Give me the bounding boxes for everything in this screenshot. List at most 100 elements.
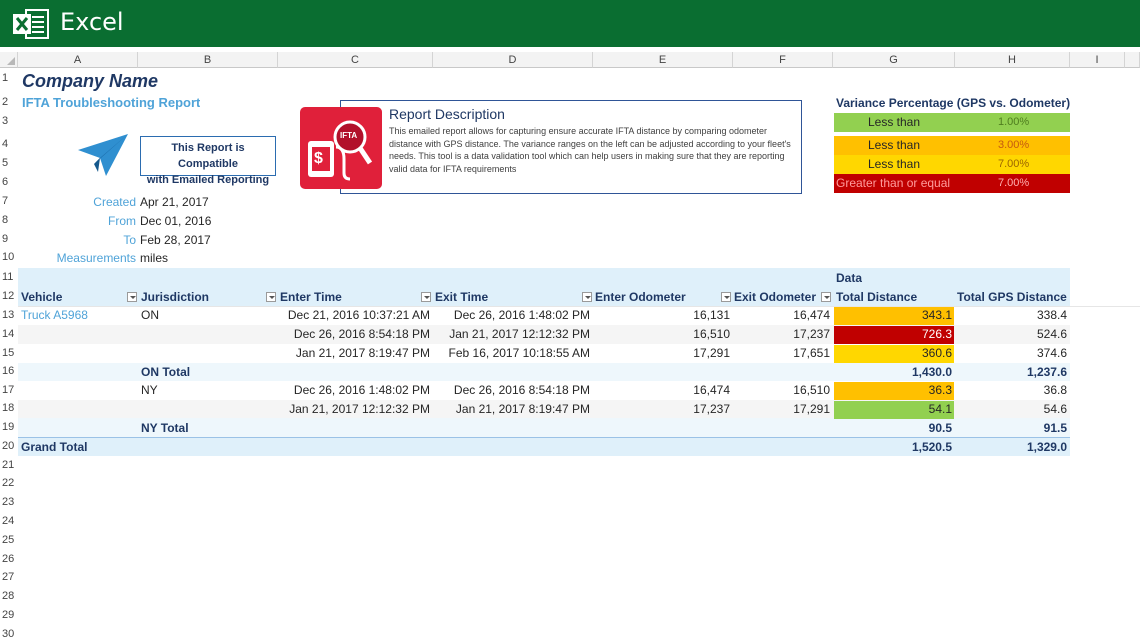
column-header-a[interactable]: A — [18, 52, 138, 68]
row-header[interactable]: 2 — [0, 96, 17, 108]
exit-odometer-filter-dropdown-icon[interactable] — [821, 292, 831, 302]
row-header[interactable]: 9 — [0, 233, 17, 245]
row-header[interactable]: 23 — [0, 496, 17, 508]
total-gps-cell[interactable]: 338.4 — [955, 306, 1067, 324]
row-header[interactable]: 30 — [0, 628, 17, 640]
column-header-b[interactable]: B — [138, 52, 278, 68]
enter-odometer-cell[interactable]: 17,291 — [593, 344, 730, 362]
total-distance-cell[interactable]: 36.3 — [834, 381, 952, 399]
enter-odometer-cell[interactable]: 16,131 — [593, 306, 730, 324]
ny-total-label[interactable]: NY Total — [141, 419, 189, 437]
exit-time-cell[interactable]: Jan 21, 2017 8:19:47 PM — [433, 400, 590, 418]
jurisdiction-cell[interactable]: NY — [141, 381, 158, 399]
enter-time-cell[interactable]: Dec 21, 2016 10:37:21 AM — [278, 306, 430, 324]
to-value[interactable]: Feb 28, 2017 — [140, 231, 211, 249]
variance-value[interactable]: 7.00% — [998, 155, 1029, 174]
header-jurisdiction[interactable]: Jurisdiction — [141, 288, 209, 306]
row-header[interactable]: 11 — [0, 271, 17, 283]
row-header[interactable]: 12 — [0, 290, 17, 302]
enter-odometer-cell[interactable]: 16,474 — [593, 381, 730, 399]
on-total-gps[interactable]: 1,237.6 — [955, 363, 1067, 381]
variance-value[interactable]: 1.00% — [998, 113, 1029, 132]
enter-odometer-cell[interactable]: 17,237 — [593, 400, 730, 418]
enter-time-cell[interactable]: Jan 21, 2017 8:19:47 PM — [278, 344, 430, 362]
exit-time-cell[interactable]: Feb 16, 2017 10:18:55 AM — [433, 344, 590, 362]
total-gps-cell[interactable]: 524.6 — [955, 325, 1067, 343]
exit-odometer-cell[interactable]: 16,474 — [733, 306, 830, 324]
on-total-distance[interactable]: 1,430.0 — [834, 363, 952, 381]
row-header[interactable]: 17 — [0, 384, 17, 396]
column-header-e[interactable]: E — [593, 52, 733, 68]
total-distance-cell[interactable]: 54.1 — [834, 400, 952, 418]
jurisdiction-filter-dropdown-icon[interactable] — [266, 292, 276, 302]
row-header[interactable]: 14 — [0, 328, 17, 340]
on-total-label[interactable]: ON Total — [141, 363, 190, 381]
header-exit-time[interactable]: Exit Time — [435, 288, 488, 306]
row-header[interactable]: 7 — [0, 195, 17, 207]
row-header[interactable]: 5 — [0, 157, 17, 169]
row-header[interactable]: 18 — [0, 402, 17, 414]
exit-time-cell[interactable]: Jan 21, 2017 12:12:32 PM — [433, 325, 590, 343]
row-header[interactable]: 15 — [0, 347, 17, 359]
vehicle-cell[interactable]: Truck A5968 — [21, 306, 88, 324]
column-header-i[interactable]: I — [1070, 52, 1125, 68]
grand-total-gps[interactable]: 1,329.0 — [955, 438, 1067, 456]
enter-odometer-filter-dropdown-icon[interactable] — [721, 292, 731, 302]
row-header[interactable]: 8 — [0, 214, 17, 226]
select-all-corner[interactable] — [0, 52, 18, 68]
header-vehicle[interactable]: Vehicle — [21, 288, 135, 306]
enter-time-cell[interactable]: Jan 21, 2017 12:12:32 PM — [278, 400, 430, 418]
exit-odometer-cell[interactable]: 17,651 — [733, 344, 830, 362]
spreadsheet-grid[interactable]: A B C D E F G H I 1 2 3 4 5 6 7 8 9 10 1… — [0, 52, 1140, 642]
header-enter-time[interactable]: Enter Time — [280, 288, 342, 306]
variance-value[interactable]: 7.00% — [998, 174, 1029, 193]
ny-total-gps[interactable]: 91.5 — [955, 419, 1067, 437]
grand-total-distance[interactable]: 1,520.5 — [834, 438, 952, 456]
row-header[interactable]: 25 — [0, 534, 17, 546]
row-header[interactable]: 13 — [0, 309, 17, 321]
enter-time-cell[interactable]: Dec 26, 2016 8:54:18 PM — [278, 325, 430, 343]
row-header[interactable]: 29 — [0, 609, 17, 621]
header-total-gps-distance[interactable]: Total GPS Distance — [957, 288, 1067, 306]
row-header[interactable]: 10 — [0, 251, 17, 263]
column-header-h[interactable]: H — [955, 52, 1070, 68]
header-total-distance[interactable]: Total Distance — [836, 288, 917, 306]
enter-time-cell[interactable]: Dec 26, 2016 1:48:02 PM — [278, 381, 430, 399]
row-header[interactable]: 6 — [0, 176, 17, 188]
row-header[interactable]: 27 — [0, 571, 17, 583]
column-header-g[interactable]: G — [833, 52, 955, 68]
row-header[interactable]: 24 — [0, 515, 17, 527]
header-exit-odometer[interactable]: Exit Odometer — [734, 288, 816, 306]
row-header[interactable]: 19 — [0, 421, 17, 433]
header-enter-odometer[interactable]: Enter Odometer — [595, 288, 686, 306]
column-header-j[interactable] — [1125, 52, 1140, 68]
enter-odometer-cell[interactable]: 16,510 — [593, 325, 730, 343]
column-header-d[interactable]: D — [433, 52, 593, 68]
exit-time-cell[interactable]: Dec 26, 2016 8:54:18 PM — [433, 381, 590, 399]
exit-odometer-cell[interactable]: 17,291 — [733, 400, 830, 418]
vehicle-filter-dropdown-icon[interactable] — [127, 292, 137, 302]
created-value[interactable]: Apr 21, 2017 — [140, 193, 209, 211]
variance-value[interactable]: 3.00% — [998, 136, 1029, 155]
measurements-value[interactable]: miles — [140, 249, 168, 267]
exit-odometer-cell[interactable]: 17,237 — [733, 325, 830, 343]
grand-total-label[interactable]: Grand Total — [21, 438, 87, 456]
total-distance-cell[interactable]: 343.1 — [834, 306, 952, 324]
total-gps-cell[interactable]: 54.6 — [955, 400, 1067, 418]
column-header-c[interactable]: C — [278, 52, 433, 68]
row-header[interactable]: 4 — [0, 138, 17, 150]
row-header[interactable]: 21 — [0, 459, 17, 471]
exit-time-filter-dropdown-icon[interactable] — [582, 292, 592, 302]
total-gps-cell[interactable]: 374.6 — [955, 344, 1067, 362]
row-header[interactable]: 16 — [0, 365, 17, 377]
enter-time-filter-dropdown-icon[interactable] — [421, 292, 431, 302]
row-header[interactable]: 20 — [0, 440, 17, 452]
jurisdiction-cell[interactable]: ON — [141, 306, 159, 324]
total-gps-cell[interactable]: 36.8 — [955, 381, 1067, 399]
exit-time-cell[interactable]: Dec 26, 2016 1:48:02 PM — [433, 306, 590, 324]
total-distance-cell[interactable]: 360.6 — [834, 344, 952, 362]
ny-total-distance[interactable]: 90.5 — [834, 419, 952, 437]
row-header[interactable]: 3 — [0, 115, 17, 127]
row-header[interactable]: 22 — [0, 477, 17, 489]
exit-odometer-cell[interactable]: 16,510 — [733, 381, 830, 399]
